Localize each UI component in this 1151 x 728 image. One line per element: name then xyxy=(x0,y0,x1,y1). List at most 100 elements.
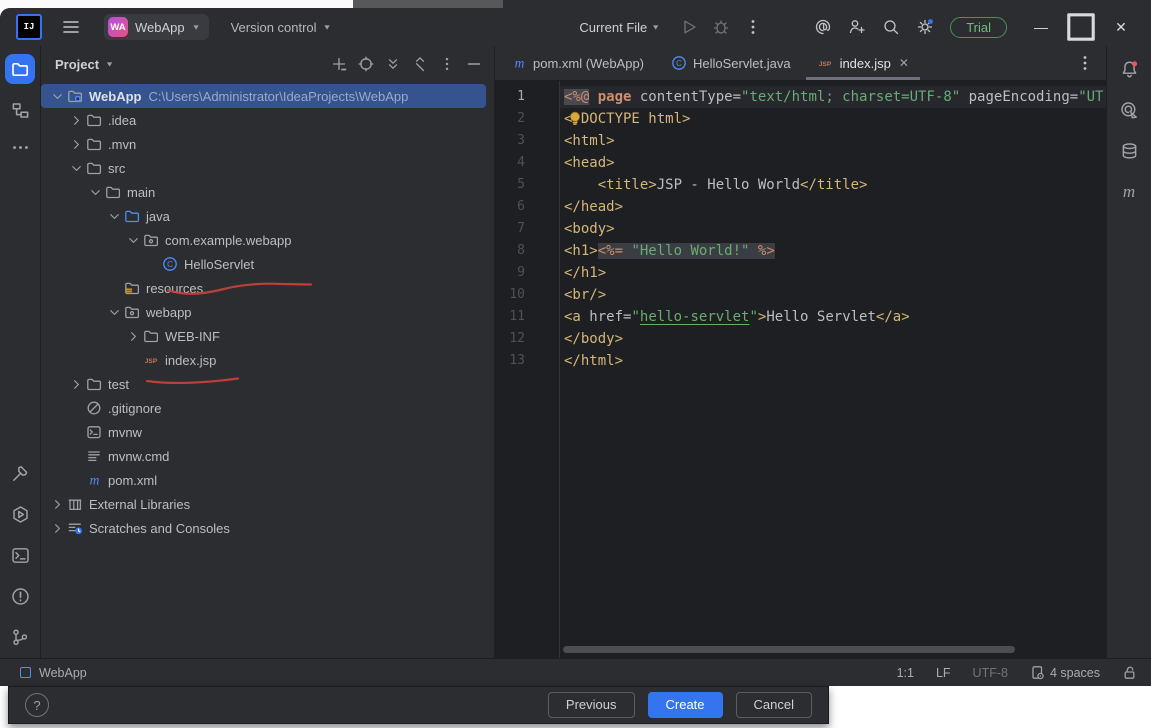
project-tool-icon[interactable] xyxy=(5,54,35,84)
chevron-down-icon[interactable] xyxy=(68,160,85,176)
chevron-down-icon[interactable] xyxy=(106,304,123,320)
status-project-name[interactable]: WebApp xyxy=(39,666,87,680)
tree-item-label: External Libraries xyxy=(89,497,190,512)
tree-item-com-example-webapp[interactable]: com.example.webapp xyxy=(41,228,494,252)
tree-item-test[interactable]: test xyxy=(41,372,494,396)
intention-bulb-icon[interactable] xyxy=(567,110,583,128)
file-encoding[interactable]: UTF-8 xyxy=(973,666,1008,680)
run-configuration-widget[interactable]: Current File ▼ xyxy=(579,20,660,35)
main-menu-icon[interactable] xyxy=(60,16,82,38)
tab-index-jsp[interactable]: JSPindex.jsp✕ xyxy=(804,46,922,80)
caret-position[interactable]: 1:1 xyxy=(897,666,914,680)
code-content[interactable]: <%@ page contentType="text/html; charset… xyxy=(560,81,1106,658)
services-tool-icon[interactable] xyxy=(9,503,31,525)
new-item-icon[interactable] xyxy=(329,54,349,74)
more-tool-windows-icon[interactable] xyxy=(9,136,31,158)
chevron-right-icon[interactable] xyxy=(68,136,85,152)
ai-chat-icon[interactable] xyxy=(1118,99,1140,121)
code-line-4[interactable]: <head> xyxy=(560,152,1106,174)
tree-item-resources[interactable]: resources xyxy=(41,276,494,300)
tab-close-icon[interactable]: ✕ xyxy=(899,56,909,70)
help-icon[interactable]: ? xyxy=(25,693,49,717)
horizontal-scrollbar[interactable] xyxy=(563,646,1015,653)
tree-item-mvnw[interactable]: mvnw xyxy=(41,420,494,444)
collapse-all-icon[interactable] xyxy=(410,54,430,74)
chevron-right-icon[interactable] xyxy=(68,376,85,392)
more-actions-icon[interactable] xyxy=(742,16,764,38)
tree-item-mvnw-cmd[interactable]: mvnw.cmd xyxy=(41,444,494,468)
tree-item-webapp[interactable]: webapp xyxy=(41,300,494,324)
tree-item-webapp[interactable]: WebAppC:\Users\Administrator\IdeaProject… xyxy=(41,84,494,108)
code-line-8[interactable]: <h1><%= "Hello World!" %> xyxy=(560,240,1106,262)
code-line-10[interactable]: <br/> xyxy=(560,284,1106,306)
tree-item-main[interactable]: main xyxy=(41,180,494,204)
tree-item-pom-xml[interactable]: mpom.xml xyxy=(41,468,494,492)
database-tool-icon[interactable] xyxy=(1118,140,1140,162)
code-line-12[interactable]: </body> xyxy=(560,328,1106,350)
tree-item-index-jsp[interactable]: JSPindex.jsp xyxy=(41,348,494,372)
debug-icon[interactable] xyxy=(710,16,732,38)
chevron-down-icon[interactable] xyxy=(106,208,123,224)
code-line-2[interactable]: <!DOCTYPE html> xyxy=(560,108,1106,130)
minimize-button[interactable]: — xyxy=(1021,14,1061,40)
chevron-down-icon[interactable] xyxy=(87,184,104,200)
select-opened-file-icon[interactable] xyxy=(356,54,376,74)
tree-item-scratches-and-consoles[interactable]: Scratches and Consoles xyxy=(41,516,494,540)
chevron-right-icon[interactable] xyxy=(49,496,66,512)
code-line-5[interactable]: <title>JSP - Hello World</title> xyxy=(560,174,1106,196)
search-everywhere-icon[interactable] xyxy=(880,16,902,38)
notifications-bell-icon[interactable] xyxy=(1118,58,1140,80)
trial-badge[interactable]: Trial xyxy=(950,17,1007,38)
unlock-icon[interactable] xyxy=(1122,665,1137,680)
tab-helloservlet-java[interactable]: CHelloServlet.java xyxy=(657,46,804,80)
code-line-1[interactable]: <%@ page contentType="text/html; charset… xyxy=(560,86,1106,108)
ai-assistant-icon[interactable] xyxy=(812,16,834,38)
chevron-down-icon[interactable] xyxy=(125,232,142,248)
code-line-6[interactable]: </head> xyxy=(560,196,1106,218)
vcs-widget[interactable]: Version control ▼ xyxy=(231,20,332,35)
maven-icon: m xyxy=(510,55,527,71)
tree-item-src[interactable]: src xyxy=(41,156,494,180)
tree-item--idea[interactable]: .idea xyxy=(41,108,494,132)
indent-setting[interactable]: 4 spaces xyxy=(1030,665,1100,680)
hide-panel-icon[interactable] xyxy=(464,54,484,74)
tab-options-icon[interactable] xyxy=(1074,52,1096,74)
cancel-button[interactable]: Cancel xyxy=(736,692,812,718)
run-icon[interactable] xyxy=(678,16,700,38)
intellij-logo-icon[interactable]: IJ xyxy=(16,14,42,40)
tree-item-web-inf[interactable]: WEB-INF xyxy=(41,324,494,348)
tree-item--mvn[interactable]: .mvn xyxy=(41,132,494,156)
chevron-right-icon[interactable] xyxy=(49,520,66,536)
code-editor[interactable]: 12345678910111213 <%@ page contentType="… xyxy=(495,81,1106,658)
maven-tool-icon[interactable]: m xyxy=(1118,181,1140,203)
build-tool-icon[interactable] xyxy=(9,462,31,484)
terminal-tool-icon[interactable] xyxy=(9,544,31,566)
git-tool-icon[interactable] xyxy=(9,626,31,648)
code-line-11[interactable]: <a href="hello-servlet">Hello Servlet</a… xyxy=(560,306,1106,328)
chevron-right-icon[interactable] xyxy=(68,112,85,128)
expand-all-icon[interactable] xyxy=(383,54,403,74)
project-panel-title[interactable]: Project xyxy=(55,57,99,72)
code-line-13[interactable]: </html> xyxy=(560,350,1106,372)
problems-tool-icon[interactable] xyxy=(9,585,31,607)
line-separator[interactable]: LF xyxy=(936,666,951,680)
code-line-3[interactable]: <html> xyxy=(560,130,1106,152)
tree-item-java[interactable]: java xyxy=(41,204,494,228)
chevron-right-icon[interactable] xyxy=(125,328,142,344)
project-widget[interactable]: WA WebApp ▼ xyxy=(104,14,209,40)
code-line-7[interactable]: <body> xyxy=(560,218,1106,240)
code-line-9[interactable]: </h1> xyxy=(560,262,1106,284)
structure-tool-icon[interactable] xyxy=(9,99,31,121)
previous-button[interactable]: Previous xyxy=(548,692,635,718)
maximize-button[interactable] xyxy=(1061,14,1101,40)
close-button[interactable]: ✕ xyxy=(1101,14,1141,40)
tree-item--gitignore[interactable]: .gitignore xyxy=(41,396,494,420)
tree-item-external-libraries[interactable]: External Libraries xyxy=(41,492,494,516)
tree-item-helloservlet[interactable]: CHelloServlet xyxy=(41,252,494,276)
create-button[interactable]: Create xyxy=(648,692,723,718)
panel-options-icon[interactable] xyxy=(437,54,457,74)
settings-icon[interactable] xyxy=(914,16,936,38)
chevron-down-icon[interactable] xyxy=(49,88,66,104)
code-with-me-icon[interactable] xyxy=(846,16,868,38)
tab-pom-xml-webapp-[interactable]: mpom.xml (WebApp) xyxy=(497,46,657,80)
